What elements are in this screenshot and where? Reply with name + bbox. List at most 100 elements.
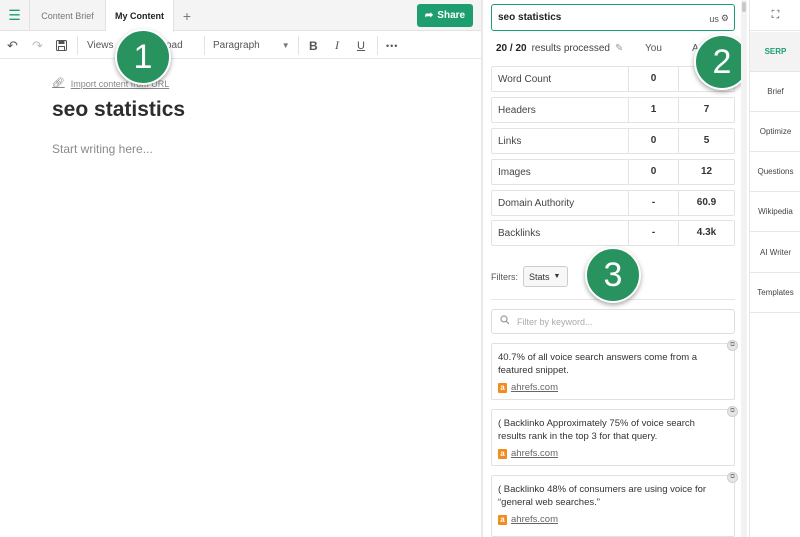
result-source-link[interactable]: ahrefs.com [511, 514, 558, 525]
fullscreen-icon[interactable]: ⛶ [750, 0, 800, 31]
chevron-down-icon: ▼ [553, 273, 561, 280]
tab-my-content-label: My Content [115, 11, 164, 21]
keyword-filter-input[interactable]: Filter by keyword... [491, 309, 735, 334]
nav-item-ai-writer[interactable]: AI Writer [750, 233, 800, 273]
ahrefs-favicon-icon: a [498, 514, 507, 525]
tab-my-content[interactable]: My Content [106, 0, 174, 32]
save-icon[interactable] [56, 32, 67, 59]
nav-item-label: Wikipedia [758, 207, 793, 216]
filter-type-select[interactable]: Stats ▼ [523, 266, 568, 287]
callout-badge-3: 3 [585, 247, 641, 303]
ahrefs-favicon-icon: a [498, 382, 507, 393]
stat-row: Backlinks - 4.3k [491, 220, 735, 246]
paragraph-style-select[interactable]: Paragraph ▼ [213, 32, 290, 59]
result-text: ( Backlinko Approximately 75% of voice s… [498, 418, 695, 442]
result-source-link[interactable]: ahrefs.com [511, 448, 558, 459]
share-button[interactable]: ➦ Share [417, 4, 473, 27]
hamburger-menu-icon[interactable]: ☰ [0, 0, 30, 31]
column-header-you: You [645, 43, 662, 54]
nav-item-wikipedia[interactable]: Wikipedia [750, 192, 800, 232]
result-source[interactable]: a ahrefs.com [498, 514, 558, 525]
filter-type-value: Stats [529, 271, 550, 282]
paragraph-label: Paragraph [213, 40, 260, 51]
nav-item-label: Templates [757, 288, 794, 297]
nav-item-templates[interactable]: Templates [750, 273, 800, 313]
stat-name: Headers [498, 105, 536, 116]
stat-name: Links [498, 136, 522, 147]
stat-avg-value: 4.3k [678, 221, 734, 245]
add-tab-button[interactable]: + [174, 0, 200, 31]
stat-you-value: 0 [628, 160, 678, 184]
processed-count: 20 / 20 [496, 43, 527, 54]
stat-you-value: - [628, 221, 678, 245]
stat-you-value: 1 [628, 98, 678, 122]
processed-label: results processed [531, 43, 610, 54]
result-card[interactable]: ( Backlinko 48% of consumers are using v… [491, 475, 735, 537]
nav-item-label: Questions [757, 167, 794, 176]
views-label: Views [87, 40, 114, 51]
nav-item-serp[interactable]: SERP [750, 32, 800, 72]
result-source[interactable]: a ahrefs.com [498, 382, 558, 393]
result-card[interactable]: 40.7% of all voice search answers come f… [491, 343, 735, 400]
result-card[interactable]: ( Backlinko Approximately 75% of voice s… [491, 409, 735, 466]
serp-scrollbar[interactable] [741, 0, 747, 537]
copy-icon[interactable]: ⧉ [727, 472, 738, 483]
share-icon: ➦ [424, 10, 434, 21]
results-progress: 20 / 20 results processed ✎ [496, 43, 623, 54]
stat-row: Links 0 5 [491, 128, 735, 154]
serp-scrollbar-thumb[interactable] [742, 2, 746, 12]
stat-you-value: 0 [628, 67, 678, 91]
underline-label: U [357, 39, 365, 52]
copy-icon[interactable]: ⧉ [727, 406, 738, 417]
result-source-link[interactable]: ahrefs.com [511, 382, 558, 393]
tab-content-brief[interactable]: Content Brief [30, 0, 106, 31]
document-title[interactable]: seo statistics [52, 98, 185, 122]
search-icon [500, 315, 510, 328]
views-dropdown[interactable]: Views [87, 32, 114, 59]
keyword-filter-placeholder: Filter by keyword... [517, 317, 593, 327]
right-sidebar-nav: ⛶ SERP Brief Optimize Questions Wikipedi… [749, 0, 800, 537]
nav-item-optimize[interactable]: Optimize [750, 112, 800, 152]
italic-label: I [335, 38, 339, 52]
tab-bar: ☰ Content Brief My Content + ➦ Share [0, 0, 481, 32]
underline-button[interactable]: U [357, 32, 365, 59]
stat-name: Backlinks [498, 228, 541, 239]
location-selector[interactable]: us ⚙ [709, 13, 729, 24]
editor-toolbar: ↶ ↷ Views oad Paragraph ▼ B I U ••• [0, 32, 481, 59]
chevron-down-icon: ▼ [281, 41, 290, 50]
stat-you-value: 0 [628, 129, 678, 153]
keyword-input[interactable]: seo statistics us ⚙ [491, 4, 735, 31]
ahrefs-favicon-icon: a [498, 448, 507, 459]
toolbar-divider [77, 36, 78, 55]
editor-body-placeholder[interactable]: Start writing here... [52, 142, 153, 156]
serp-panel: seo statistics us ⚙ 20 / 20 results proc… [483, 0, 747, 537]
bold-label: B [309, 38, 318, 53]
undo-icon[interactable]: ↶ [7, 32, 18, 59]
nav-item-label: SERP [764, 47, 787, 56]
italic-button[interactable]: I [335, 32, 339, 59]
stat-row: Images 0 12 [491, 159, 735, 185]
add-tab-label: + [182, 7, 192, 24]
more-options-button[interactable]: ••• [386, 32, 398, 59]
editor-pane: ☰ Content Brief My Content + ➦ Share ↶ ↷… [0, 0, 481, 537]
location-label: us [709, 13, 719, 24]
copy-icon[interactable]: ⧉ [727, 340, 738, 351]
stat-avg-value: 5 [678, 129, 734, 153]
nav-item-label: AI Writer [760, 248, 791, 257]
pencil-icon[interactable]: ✎ [615, 43, 623, 54]
callout-badge-1: 1 [115, 29, 171, 85]
stat-name: Domain Authority [498, 198, 575, 209]
toolbar-divider [298, 36, 299, 55]
stat-row: Headers 1 7 [491, 97, 735, 123]
nav-item-questions[interactable]: Questions [750, 152, 800, 192]
link-icon: 🔗︎ [52, 78, 65, 89]
result-source[interactable]: a ahrefs.com [498, 448, 558, 459]
more-options-label: ••• [386, 40, 399, 51]
nav-item-brief[interactable]: Brief [750, 72, 800, 112]
result-text: 40.7% of all voice search answers come f… [498, 352, 698, 376]
stat-name: Images [498, 167, 531, 178]
bold-button[interactable]: B [309, 32, 318, 59]
redo-icon[interactable]: ↷ [32, 32, 43, 59]
tab-content-brief-label: Content Brief [41, 10, 94, 21]
filters-label: Filters: [491, 272, 518, 282]
